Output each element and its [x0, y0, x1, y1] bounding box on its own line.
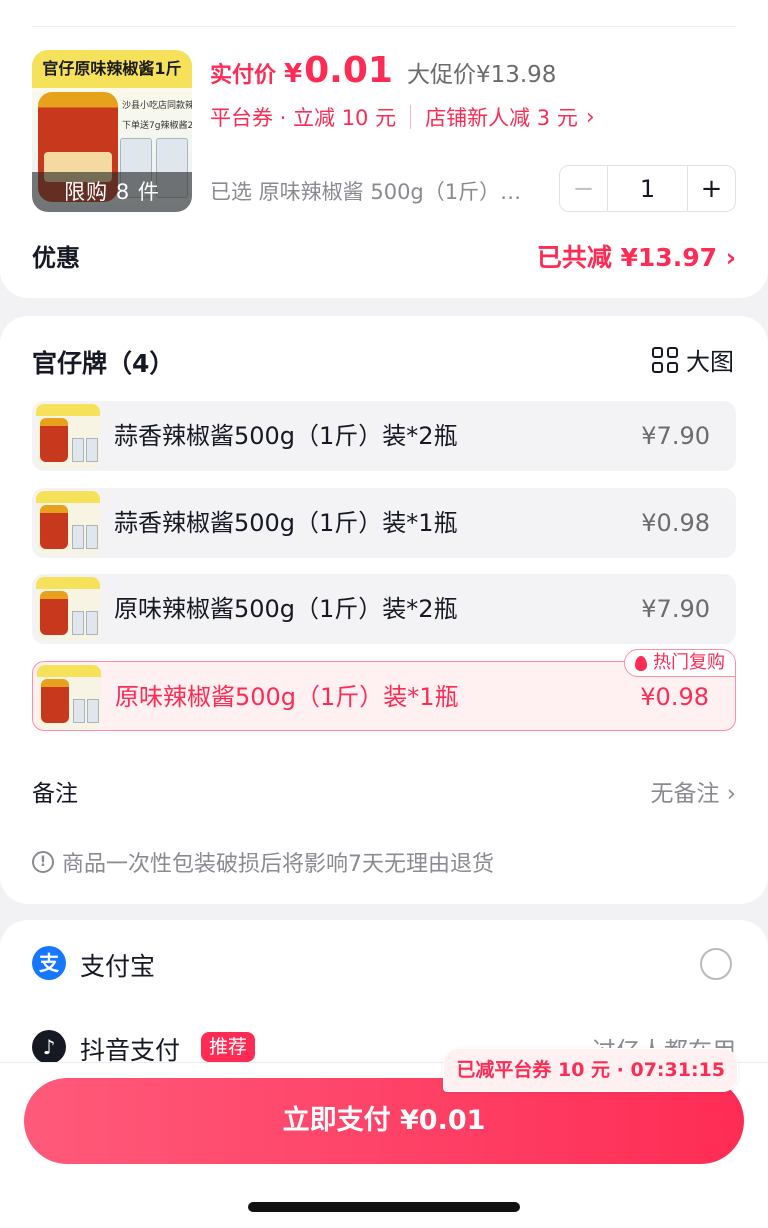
- alipay-icon: 支: [32, 946, 66, 980]
- divider: [410, 105, 412, 129]
- douyin-pay-icon: ♪: [32, 1030, 66, 1064]
- sku-thumbnail: [36, 404, 100, 468]
- sku-name: 蒜香辣椒酱500g（1斤）装*2瓶: [114, 422, 458, 450]
- discount-label: 优惠: [32, 244, 80, 272]
- recommend-tag: 推荐: [201, 1032, 256, 1062]
- product-image[interactable]: 官仔原味辣椒酱1斤 沙县小吃店同款辣椒酱 下单送7g辣椒酱2包 限购 8 件: [32, 50, 192, 212]
- hot-repurchase-badge: 热门复购: [624, 649, 736, 677]
- product-image-caption-2: 下单送7g辣椒酱2包: [122, 121, 192, 131]
- sku-name: 蒜香辣椒酱500g（1斤）装*1瓶: [114, 509, 458, 537]
- alipay-label[interactable]: 支付宝: [80, 947, 155, 983]
- sku-price: ¥0.98: [641, 509, 710, 537]
- platform-coupon: 平台券 · 立减 10 元: [210, 106, 397, 130]
- price-row: 实付价 ¥ 0.01 大促价¥13.98: [210, 50, 556, 96]
- divider: [32, 26, 736, 27]
- sku-name: 原味辣椒酱500g（1斤）装*1瓶: [115, 683, 459, 711]
- shop-title: 官仔牌（4）: [32, 349, 175, 378]
- remark-value[interactable]: 无备注 ›: [650, 774, 736, 808]
- discount-total[interactable]: 已共减 ¥13.97 ›: [537, 238, 736, 274]
- sku-thumbnail: [36, 577, 100, 641]
- alipay-radio[interactable]: [700, 948, 732, 980]
- grid-icon: [652, 346, 678, 373]
- remark-label: 备注: [32, 781, 78, 807]
- store-coupon: 店铺新人减 3 元: [425, 106, 578, 130]
- coupon-countdown: 已减平台券 10 元 · 07:31:15: [443, 1048, 738, 1092]
- purchase-limit: 限购 8 件: [32, 172, 192, 212]
- chevron-right-icon: ›: [585, 104, 595, 130]
- decrease-button[interactable]: −: [560, 166, 608, 211]
- product-image-banner: 官仔原味辣椒酱1斤: [32, 50, 192, 88]
- promo-price: 大促价¥13.98: [406, 62, 557, 88]
- pay-price-label: 实付价: [210, 63, 277, 88]
- sku-price: ¥7.90: [641, 595, 710, 623]
- sku-option[interactable]: 原味辣椒酱500g（1斤）装*2瓶 ¥7.90: [32, 574, 736, 644]
- big-view-toggle[interactable]: 大图: [652, 342, 734, 377]
- home-indicator[interactable]: [248, 1202, 520, 1212]
- quantity-value[interactable]: 1: [608, 175, 687, 203]
- sku-thumbnail: [36, 491, 100, 555]
- quantity-stepper: − 1 +: [559, 165, 736, 212]
- selected-sku-text[interactable]: 已选 原味辣椒酱 500g（1斤）装*1瓶: [210, 176, 540, 206]
- increase-button[interactable]: +: [687, 166, 735, 211]
- flame-icon: [635, 655, 647, 671]
- info-icon: !: [32, 851, 54, 873]
- product-image-caption: 沙县小吃店同款辣椒酱: [122, 101, 192, 111]
- big-view-label: 大图: [686, 348, 734, 376]
- sku-option[interactable]: 蒜香辣椒酱500g（1斤）装*1瓶 ¥0.98: [32, 488, 736, 558]
- sku-thumbnail: [37, 665, 101, 729]
- sku-option[interactable]: 蒜香辣椒酱500g（1斤）装*2瓶 ¥7.90: [32, 401, 736, 471]
- return-notice-text: 商品一次性包装破损后将影响7天无理由退货: [62, 852, 494, 877]
- coupon-row[interactable]: 平台券 · 立减 10 元 店铺新人减 3 元 ›: [210, 102, 595, 132]
- return-notice: ! 商品一次性包装破损后将影响7天无理由退货: [32, 846, 494, 878]
- sku-price: ¥7.90: [641, 422, 710, 450]
- hot-badge-label: 热门复购: [653, 652, 725, 673]
- currency-symbol: ¥: [284, 59, 303, 89]
- sku-name: 原味辣椒酱500g（1斤）装*2瓶: [114, 595, 458, 623]
- pay-price-value: 0.01: [304, 50, 393, 91]
